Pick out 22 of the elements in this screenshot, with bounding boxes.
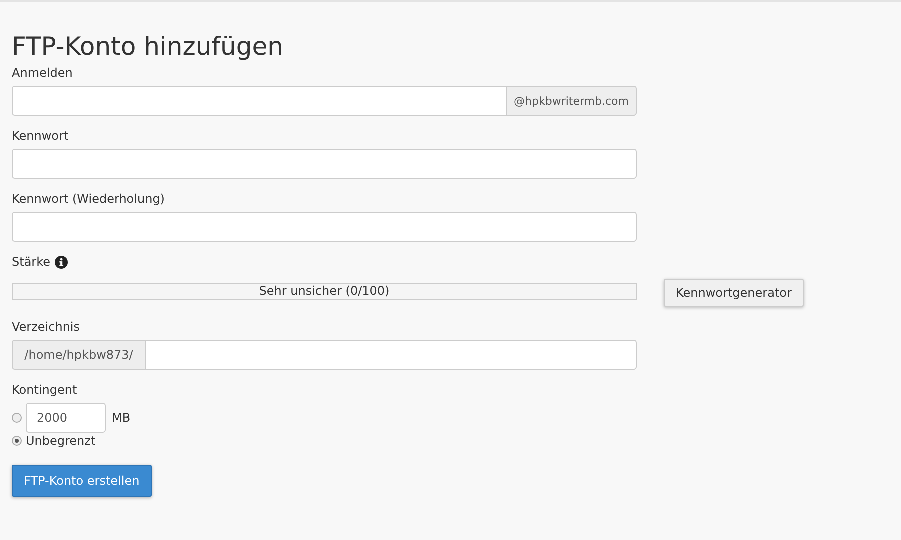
unit-label: MB <box>112 411 131 425</box>
field-label: Kennwort <box>12 129 69 143</box>
directory-field[interactable] <box>145 340 637 370</box>
page-title: FTP-Konto hinzufügen <box>12 32 284 62</box>
password-field[interactable] <box>12 212 637 242</box>
radio-button[interactable] <box>12 413 22 423</box>
field-label: Anmelden <box>12 66 73 80</box>
login-field[interactable] <box>12 86 508 116</box>
field-label: Kennwort (Wiederholung) <box>12 192 165 206</box>
create-account-button[interactable]: FTP-Konto erstellen <box>12 465 152 497</box>
field-label: Verzeichnis <box>12 320 80 334</box>
quota-field[interactable]: 2000 <box>26 403 106 433</box>
radio-button[interactable] <box>12 436 22 446</box>
password-generator-button[interactable]: Kennwortgenerator <box>664 279 804 307</box>
password-field[interactable] <box>12 149 637 179</box>
domain-addon: @hpkbwritermb.com <box>507 86 637 116</box>
field-label: Stärke <box>12 255 51 269</box>
strength-reading: Sehr unsicher (0/100) <box>258 284 391 298</box>
info-icon[interactable] <box>54 256 68 269</box>
path-prefix-addon: /home/hpkbw873/ <box>12 340 145 370</box>
radio-label[interactable]: Unbegrenzt <box>26 434 96 448</box>
field-label: Kontingent <box>12 383 78 397</box>
